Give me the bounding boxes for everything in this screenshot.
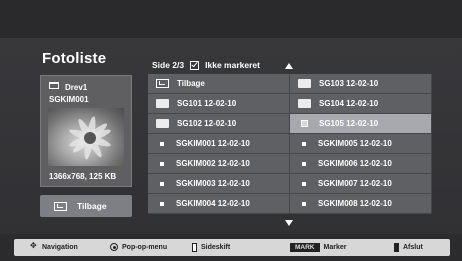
help-popup-menu: Pop-op-menu: [110, 243, 167, 251]
list-item-label: SGKIM001 12-02-10: [176, 139, 250, 148]
help-exit-label: Afslut: [403, 244, 423, 251]
help-popup-label: Pop-op-menu: [122, 243, 168, 251]
list-item-label: SGKIM002 12-02-10: [176, 159, 250, 168]
back-button[interactable]: Tilbage: [40, 195, 132, 217]
list-item[interactable]: Tilbage: [148, 74, 290, 94]
back-button-label: Tilbage: [77, 201, 107, 211]
preview-thumbnail: [48, 108, 124, 166]
list-item-label: SGKIM006 12-02-10: [318, 159, 392, 168]
list-item[interactable]: SGKIM002 12-02-10: [148, 154, 290, 174]
page-icon: [192, 243, 197, 252]
list-item[interactable]: SG101 12-02-10: [148, 94, 290, 114]
checkbox-icon: [190, 60, 200, 70]
navigation-icon: [30, 241, 38, 251]
list-item-label: SGKIM003 12-02-10: [176, 179, 250, 188]
help-mark: MARK Marker: [290, 243, 346, 252]
list-item-label: SGKIM007 12-02-10: [318, 179, 392, 188]
folder-icon: [298, 99, 311, 108]
help-bar: Navigation Pop-op-menu Sideskift MARK Ma…: [14, 239, 450, 256]
drive-name: Drev1: [65, 83, 88, 92]
page-indicator: Side 2/3: [152, 60, 185, 70]
help-page-change-label: Sideskift: [201, 244, 231, 251]
list-item[interactable]: SGKIM008 12-02-10: [290, 194, 432, 214]
list-item-label: SGKIM008 12-02-10: [318, 199, 392, 208]
page-info: Side 2/3 Ikke markeret: [152, 60, 260, 70]
list-item-label: SG101 12-02-10: [177, 99, 237, 108]
folder-icon: [156, 119, 169, 128]
list-item[interactable]: SGKIM005 12-02-10: [290, 134, 432, 154]
preview-file-name: SGKIM001: [49, 95, 89, 104]
help-page-change: Sideskift: [192, 243, 230, 252]
file-icon: [160, 141, 164, 146]
folder-icon: [156, 99, 169, 108]
list-item-label: SG104 12-02-10: [319, 99, 379, 108]
list-item[interactable]: SG102 12-02-10: [148, 114, 290, 134]
list-item[interactable]: SGKIM003 12-02-10: [148, 174, 290, 194]
list-item[interactable]: SGKIM001 12-02-10: [148, 134, 290, 154]
back-icon: [156, 79, 169, 88]
help-navigation: Navigation: [30, 241, 78, 251]
list-item-label: Tilbage: [177, 79, 205, 88]
list-item[interactable]: SGKIM007 12-02-10: [290, 174, 432, 194]
preview-panel: Drev1 SGKIM001 1366x768, 125 KB: [40, 75, 132, 187]
list-item-label: SGKIM005 12-02-10: [318, 139, 392, 148]
list-item[interactable]: SGKIM006 12-02-10: [290, 154, 432, 174]
file-icon: [160, 181, 164, 186]
list-item-label: SGKIM004 12-02-10: [176, 199, 250, 208]
list-item-label: SG105 12-02-10: [319, 119, 379, 128]
drive-icon: [49, 82, 59, 89]
folder-icon: [298, 79, 311, 88]
file-icon: [301, 120, 308, 127]
file-icon: [160, 201, 164, 206]
help-navigation-label: Navigation: [42, 243, 78, 251]
list-item[interactable]: SG103 12-02-10: [290, 74, 432, 94]
file-icon: [160, 161, 164, 166]
list-item[interactable]: SG104 12-02-10: [290, 94, 432, 114]
preview-resolution: 1366x768, 125 KB: [49, 172, 117, 181]
scroll-down-icon[interactable]: [285, 220, 293, 226]
filter-label: Ikke markeret: [205, 60, 260, 70]
list-item-selected[interactable]: SG105 12-02-10: [290, 114, 432, 134]
help-exit: Afslut: [394, 243, 423, 252]
scroll-up-icon[interactable]: [285, 63, 293, 69]
mark-key-icon: MARK: [290, 243, 320, 252]
ok-button-icon: [110, 243, 118, 251]
page-title: Fotoliste: [42, 50, 107, 67]
file-icon: [302, 161, 306, 166]
help-mark-label: Marker: [323, 244, 347, 251]
file-icon: [302, 181, 306, 186]
file-icon: [302, 201, 306, 206]
file-grid: Tilbage SG103 12-02-10 SG101 12-02-10 SG…: [148, 74, 432, 218]
list-item-label: SG102 12-02-10: [177, 119, 237, 128]
exit-icon: [394, 243, 399, 252]
list-item-label: SG103 12-02-10: [319, 79, 379, 88]
file-icon: [302, 141, 306, 146]
back-icon: [54, 201, 67, 211]
top-bar: [0, 0, 462, 38]
list-item[interactable]: SGKIM004 12-02-10: [148, 194, 290, 214]
